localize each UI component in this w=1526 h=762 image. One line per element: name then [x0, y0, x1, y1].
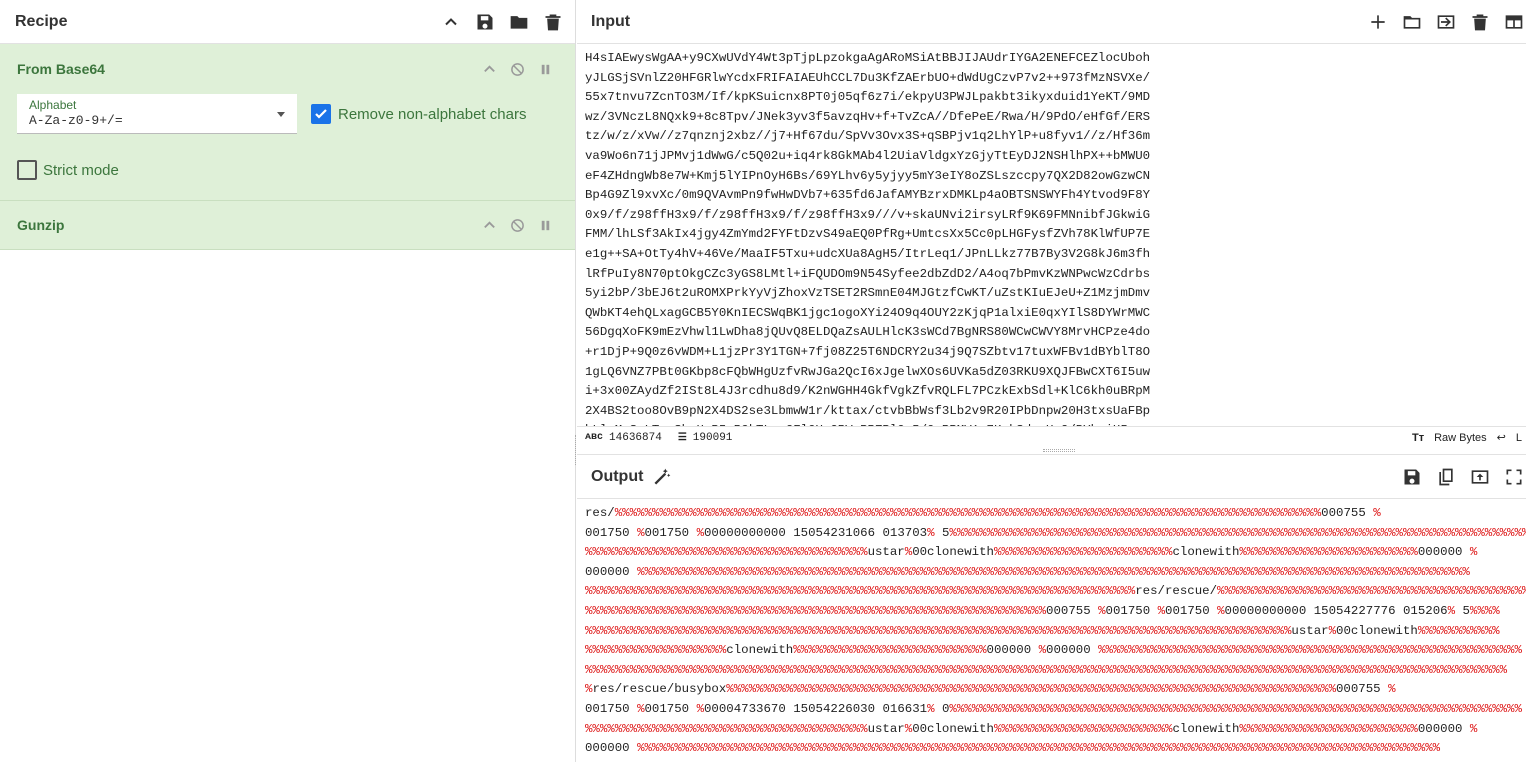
- magic-wand-icon[interactable]: [651, 466, 673, 488]
- alphabet-label: Alphabet: [29, 98, 77, 112]
- recipe-header: Recipe: [0, 0, 575, 44]
- remove-non-alphabet-label: Remove non-alphabet chars: [338, 105, 527, 123]
- text-format-icon[interactable]: Tт: [1412, 432, 1424, 444]
- operation-gunzip[interactable]: Gunzip: [0, 201, 575, 250]
- app-root: Recipe From Base64 Alphabet A-Za-z0-9+/=…: [0, 0, 1526, 762]
- eol-arrow-icon[interactable]: ↩: [1497, 431, 1506, 444]
- disable-icon[interactable]: [509, 217, 525, 233]
- chevron-up-icon[interactable]: [439, 10, 463, 34]
- input-line: yJLGSjSVnlZ20HFGRlwYcdxFRIFAIAEUhCCL7Du3…: [585, 70, 1151, 85]
- input-line: 5yi2bP/3bEJ6t2uROMXPrkYyVjZhoxVzTSET2RSm…: [585, 286, 1151, 301]
- operation-title: Gunzip: [17, 217, 65, 233]
- output-line: 001750 %001750 %00000000000 15054231066 …: [585, 525, 1526, 540]
- input-line: va9Wo6n71jJPMvj1dWwG/c5Q02u+iq4rk8GkMAb4…: [585, 148, 1151, 163]
- input-line: +r1DjP+9Q0z6vWDM+L1jzPr3Y1TGN+7fj08Z25T6…: [585, 344, 1151, 359]
- dropdown-caret-icon: [277, 112, 285, 117]
- output-line: %%%%%%%%%%%%%%%%%%%%%%%%%%%%%%%%%%%%%%%%…: [585, 662, 1508, 677]
- plus-icon[interactable]: [1366, 10, 1390, 34]
- eol-label[interactable]: L: [1516, 432, 1522, 444]
- output-line: 001750 %001750 %00004733670 15054226030 …: [585, 701, 1522, 716]
- input-line: 2X4BS2too8OvB9pN2X4DS2se3LbmwW1r/kttax/c…: [585, 403, 1151, 418]
- import-icon[interactable]: [1434, 10, 1458, 34]
- replace-input-icon[interactable]: [1468, 465, 1492, 489]
- output-textarea[interactable]: res/%%%%%%%%%%%%%%%%%%%%%%%%%%%%%%%%%%%%…: [577, 499, 1526, 762]
- strict-mode-checkbox[interactable]: Strict mode: [17, 140, 575, 200]
- checkbox-unchecked-icon[interactable]: [17, 160, 37, 180]
- collapse-chevron-icon[interactable]: [481, 217, 497, 233]
- input-header: Input: [577, 0, 1526, 44]
- save-icon[interactable]: [1400, 465, 1424, 489]
- output-line: res/%%%%%%%%%%%%%%%%%%%%%%%%%%%%%%%%%%%%…: [585, 506, 1381, 520]
- checkbox-checked-icon[interactable]: [311, 104, 331, 124]
- output-line: 000000 %%%%%%%%%%%%%%%%%%%%%%%%%%%%%%%%%…: [585, 741, 1441, 756]
- input-line: e1g++SA+OtTy4hV+46Ve/MaaIF5Txu+udcXUa8Ag…: [585, 246, 1151, 261]
- output-line: %%%%%%%%%%%%%%%%%%%clonewith%%%%%%%%%%%%…: [585, 643, 1522, 658]
- input-line: wz/3VNczL8NQxk9+8c8Tpv/JNek3yv3f5avzqHv+…: [585, 109, 1151, 124]
- output-pane: Output res/%%%%%%%%%%%%%%%%%%%%%%%%%%%%%…: [577, 454, 1526, 762]
- strict-mode-label: Strict mode: [43, 161, 119, 179]
- input-line: 1gLQ6VNZ7PBt0GKbp8cFQbWHgUzfvRwJGa2QcI6x…: [585, 364, 1151, 379]
- lines-icon: ☰: [677, 432, 687, 444]
- input-line: tz/w/z/xVw//z7qnznj2xbz//j7+Hf67du/SpVv3…: [585, 129, 1151, 144]
- recipe-title: Recipe: [15, 12, 68, 30]
- input-line: H4sIAEwysWgAA+y9CXwUVdY4Wt3pTjpLpzokgaAg…: [585, 51, 1151, 65]
- input-line: lRfPuIy8N70ptOkgCZc3yGS8LMtl+iFQUDOm9N54…: [585, 266, 1151, 281]
- input-title: Input: [591, 12, 631, 30]
- output-line: %res/rescue/busybox%%%%%%%%%%%%%%%%%%%%%…: [585, 682, 1396, 697]
- input-pane: Input H4sIAEwysWgAA+y9CXwUVdY4Wt3pTjpLpz…: [577, 0, 1526, 448]
- pause-icon[interactable]: [537, 61, 553, 77]
- output-header: Output: [577, 455, 1526, 499]
- io-resize-handle[interactable]: [1043, 449, 1075, 452]
- save-icon[interactable]: [473, 10, 497, 34]
- raw-bytes-button[interactable]: Raw Bytes: [1434, 432, 1487, 444]
- output-line: %%%%%%%%%%%%%%%%%%%%%%%%%%%%%%%%%%%%%%%%…: [585, 603, 1500, 618]
- input-textarea[interactable]: H4sIAEwysWgAA+y9CXwUVdY4Wt3pTjpLpzokgaAg…: [577, 44, 1526, 426]
- disable-icon[interactable]: [509, 61, 525, 77]
- abc-icon: ᴀʙᴄ: [585, 432, 604, 443]
- input-line: 56DgqXoFK9mEzVhwl1LwDha8jQUvQ8ELDQaZsAUL…: [585, 325, 1151, 340]
- maximise-icon[interactable]: [1502, 465, 1526, 489]
- alphabet-value: A-Za-z0-9+/=: [29, 113, 123, 128]
- operation-title: From Base64: [17, 61, 105, 77]
- trash-icon[interactable]: [541, 10, 565, 34]
- operation-from-base64[interactable]: From Base64 Alphabet A-Za-z0-9+/= Remove…: [0, 44, 575, 201]
- folder-icon[interactable]: [507, 10, 531, 34]
- recipe-pane: Recipe From Base64 Alphabet A-Za-z0-9+/=…: [0, 0, 576, 762]
- input-line: QWbKT4ehQLxagGCB5Y0KnIECSWqBK1jgc1ogoXYi…: [585, 305, 1151, 320]
- input-status-bar: ᴀʙᴄ 14636874 ☰ 190091 Tт Raw Bytes ↩ L: [577, 426, 1526, 448]
- input-line: 55x7tnvu7ZcnTO3M/If/kpKSuicnx8PT0j05qf6z…: [585, 90, 1151, 105]
- remove-non-alphabet-checkbox[interactable]: Remove non-alphabet chars: [311, 104, 526, 124]
- pause-icon[interactable]: [537, 217, 553, 233]
- open-folder-icon[interactable]: [1400, 10, 1424, 34]
- trash-icon[interactable]: [1468, 10, 1492, 34]
- line-count: 190091: [692, 431, 733, 444]
- collapse-chevron-icon[interactable]: [481, 61, 497, 77]
- char-count: 14636874: [609, 431, 662, 444]
- copy-icon[interactable]: [1434, 465, 1458, 489]
- output-line: %%%%%%%%%%%%%%%%%%%%%%%%%%%%%%%%%%%%%%us…: [585, 545, 1478, 560]
- input-line: Bp4G9Zl9xvXc/0m9QVAvmPn9fwHwDVb7+635fd6J…: [585, 188, 1151, 203]
- input-line: eF4ZHdngWb8e7W+Kmj5lYIPnOyH6Bs/69YLhv6y5…: [585, 168, 1151, 183]
- alphabet-select[interactable]: Alphabet A-Za-z0-9+/=: [17, 94, 297, 134]
- input-line: 0x9/f/z98ffH3x9/f/z98ffH3x9/f/z98ffH3x9/…: [585, 207, 1151, 222]
- output-line: %%%%%%%%%%%%%%%%%%%%%%%%%%%%%%%%%%%%%%%%…: [585, 584, 1526, 599]
- output-line: 000000 %%%%%%%%%%%%%%%%%%%%%%%%%%%%%%%%%…: [585, 564, 1470, 579]
- output-line: %%%%%%%%%%%%%%%%%%%%%%%%%%%%%%%%%%%%%%%%…: [585, 623, 1500, 638]
- output-line: %%%%%%%%%%%%%%%%%%%%%%%%%%%%%%%%%%%%%%us…: [585, 721, 1478, 736]
- layout-icon[interactable]: [1502, 10, 1526, 34]
- output-title: Output: [591, 467, 644, 485]
- input-line: FMM/lhLSf3AkIx4jgy4ZmYmd2FYFtDzvS49aEQ0P…: [585, 227, 1151, 242]
- input-line: i+3x00ZAydZf2ISt8L4J3rcdhu8d9/K2nWGHH4Gk…: [585, 384, 1151, 399]
